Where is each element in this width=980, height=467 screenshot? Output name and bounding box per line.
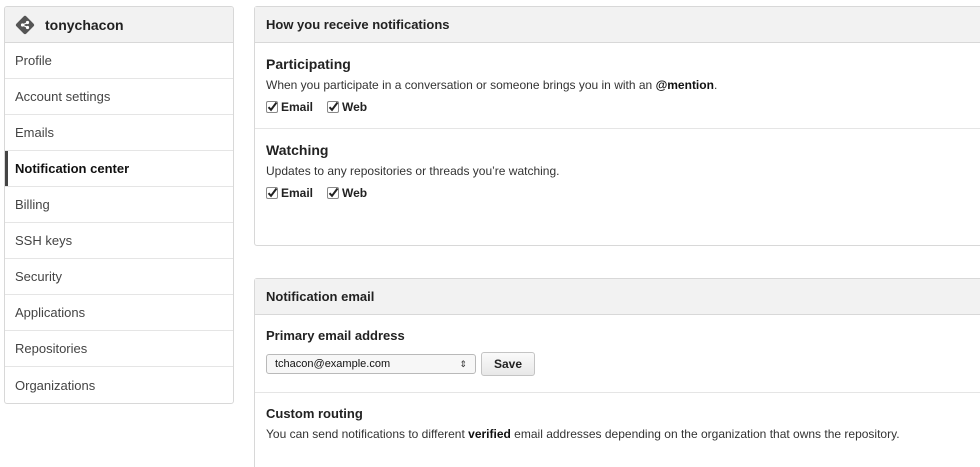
email-row: tchacon@example.com ⇕ Save bbox=[266, 352, 980, 392]
checkbox-label: Email bbox=[281, 186, 314, 200]
sidebar-item-organizations[interactable]: Organizations bbox=[5, 367, 233, 403]
sidebar-item-security[interactable]: Security bbox=[5, 259, 233, 295]
checkbox-group: Email Web bbox=[266, 100, 980, 128]
sidebar-item-emails[interactable]: Emails bbox=[5, 115, 233, 151]
email-select[interactable]: tchacon@example.com ⇕ bbox=[266, 354, 476, 374]
checkmark-icon bbox=[327, 187, 340, 199]
custom-routing-title: Custom routing bbox=[266, 406, 363, 421]
panel-title: Notification email bbox=[255, 279, 980, 315]
checkbox-label: Email bbox=[281, 100, 314, 114]
settings-sidebar: tonychacon Profile Account settings Emai… bbox=[4, 6, 234, 404]
notification-email-panel: Notification email Primary email address… bbox=[254, 278, 980, 467]
notifications-panel: How you receive notifications Participat… bbox=[254, 6, 980, 246]
sidebar-item-billing[interactable]: Billing bbox=[5, 187, 233, 223]
checkbox-label: Web bbox=[342, 186, 368, 200]
watching-web-checkbox[interactable]: Web bbox=[327, 186, 367, 200]
save-button[interactable]: Save bbox=[481, 352, 536, 376]
primary-email-section: Primary email address tchacon@example.co… bbox=[255, 315, 980, 392]
verified-text: verified bbox=[468, 427, 511, 441]
mention-text: @mention bbox=[655, 78, 714, 92]
section-title: Participating bbox=[266, 56, 351, 72]
checkbox-label: Web bbox=[342, 100, 368, 114]
panel-title: How you receive notifications bbox=[255, 7, 980, 43]
section-title: Watching bbox=[266, 142, 329, 158]
custom-routing-section: Custom routing You can send notification… bbox=[255, 392, 980, 441]
checkmark-icon bbox=[266, 101, 278, 113]
primary-email-label: Primary email address bbox=[266, 328, 405, 343]
participating-email-checkbox[interactable]: Email bbox=[266, 100, 313, 114]
watching-section: Watching Updates to any repositories or … bbox=[255, 128, 980, 214]
sidebar-header[interactable]: tonychacon bbox=[5, 7, 233, 43]
participating-section: Participating When you participate in a … bbox=[255, 43, 980, 128]
selected-email: tchacon@example.com bbox=[275, 358, 391, 370]
sidebar-item-ssh-keys[interactable]: SSH keys bbox=[5, 223, 233, 259]
routing-prefix: You can send notifications to different bbox=[266, 427, 469, 441]
participating-web-checkbox[interactable]: Web bbox=[327, 100, 367, 114]
routing-suffix: email addresses depending on the organiz… bbox=[510, 427, 900, 441]
section-description: When you participate in a conversation o… bbox=[266, 78, 980, 92]
sidebar-item-profile[interactable]: Profile bbox=[5, 43, 233, 79]
checkmark-icon bbox=[327, 101, 340, 113]
username: tonychacon bbox=[45, 16, 124, 33]
up-down-arrow-icon: ⇕ bbox=[459, 358, 467, 369]
sidebar-item-notification-center[interactable]: Notification center bbox=[5, 151, 233, 187]
sidebar-item-applications[interactable]: Applications bbox=[5, 295, 233, 331]
desc-suffix: . bbox=[713, 78, 718, 92]
desc-prefix: When you participate in a conversation o… bbox=[266, 78, 656, 92]
checkbox-group: Email Web bbox=[266, 186, 980, 214]
sidebar-item-account-settings[interactable]: Account settings bbox=[5, 79, 233, 115]
sidebar-item-repositories[interactable]: Repositories bbox=[5, 331, 233, 367]
section-description: Updates to any repositories or threads y… bbox=[266, 164, 560, 178]
checkmark-icon bbox=[266, 187, 278, 199]
custom-routing-description: You can send notifications to different … bbox=[266, 427, 980, 441]
git-diamond-icon bbox=[15, 15, 35, 35]
watching-email-checkbox[interactable]: Email bbox=[266, 186, 313, 200]
